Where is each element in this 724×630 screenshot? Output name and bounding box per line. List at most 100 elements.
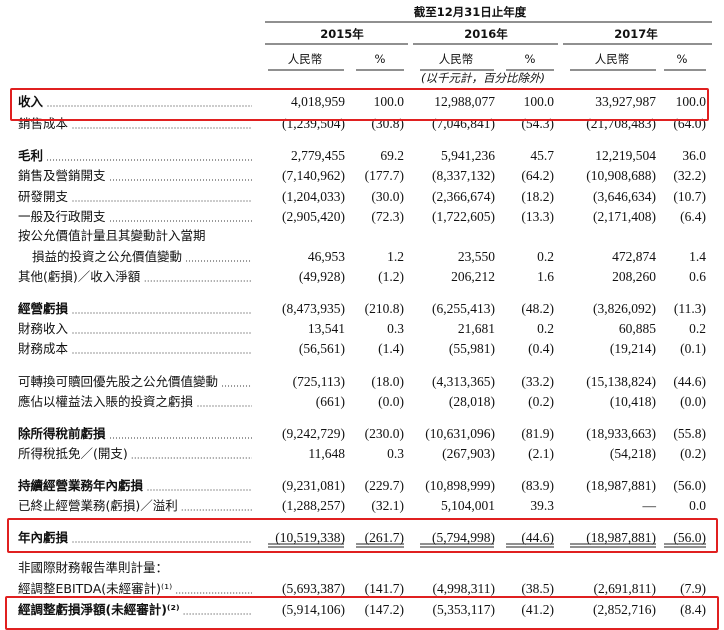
cell-pct-2015: (1.2) (378, 269, 404, 284)
row-label: 經調整EBITDA(未經審計)⁽¹⁾ (18, 581, 172, 596)
row-label: 應佔以權益法入賬的投資之虧損 (18, 394, 194, 409)
col-pct-2016: % (525, 52, 536, 66)
cell-pct-2016: 0.2 (537, 249, 554, 264)
cell-rmb-2015: 13,541 (308, 321, 345, 336)
period-heading: 截至12月31日止年度 (414, 5, 527, 19)
cell-pct-2016: (54.3) (521, 116, 554, 131)
cell-rmb-2017: (18,987,881) (586, 478, 656, 493)
cell-rmb-2015: (56,561) (299, 341, 345, 356)
cell-pct-2017: (55.8) (673, 426, 706, 441)
total-rules (268, 543, 706, 548)
table-row: 收入 4,018,959 100.0 12,988,077 100.0 33,927,98… (18, 94, 706, 109)
cell-rmb-2017: (2,691,811) (594, 581, 657, 596)
col-rmb-2015: 人民幣 (288, 52, 323, 66)
cell-pct-2015: 1.2 (387, 249, 404, 264)
cell-pct-2017: (44.6) (673, 374, 706, 389)
cell-rmb-2017: (15,138,824) (586, 374, 656, 389)
cell-rmb-2016: (10,631,096) (425, 426, 495, 441)
cell-rmb-2017: (18,933,663) (586, 426, 656, 441)
cell-rmb-2016: 206,212 (451, 269, 495, 284)
cell-rmb-2017: (10,908,688) (586, 168, 656, 183)
row-label: 持續經營業務年內虧損 (18, 478, 144, 493)
cell-pct-2017: (7.9) (680, 581, 706, 596)
cell-rmb-2017: (2,852,716) (593, 602, 656, 617)
cell-pct-2017: (56.0) (673, 530, 706, 545)
table-body: 收入 4,018,959 100.0 12,988,077 100.0 33,927,98… (18, 94, 706, 617)
cell-rmb-2016: 5,941,236 (441, 148, 495, 163)
cell-rmb-2015: 46,953 (308, 249, 345, 264)
row-label: 財務收入 (18, 321, 69, 336)
cell-rmb-2016: (28,018) (449, 394, 495, 409)
cell-rmb-2016: 23,550 (458, 249, 495, 264)
cell-pct-2016: (48.2) (521, 301, 554, 316)
cell-pct-2015: (18.0) (371, 374, 404, 389)
cell-pct-2016: (13.3) (521, 209, 554, 224)
table-row: 毛利 2,779,455 69.2 5,941,236 45.7 12,219,504 36… (18, 148, 706, 163)
cell-rmb-2015: (725,113) (293, 374, 345, 389)
cell-pct-2016: (41.2) (521, 602, 554, 617)
cell-rmb-2017: 208,260 (612, 269, 656, 284)
cell-pct-2015: (177.7) (365, 168, 404, 183)
table-row: 財務收入 13,541 0.3 21,681 0.2 60,885 0.2 (18, 321, 706, 336)
row-label: 研發開支 (18, 189, 69, 204)
cell-pct-2015: (261.7) (365, 530, 404, 545)
income-statement-table: 截至12月31日止年度 2015年 2016年 2017年 人民幣 % 人民幣 … (5, 5, 719, 630)
table-row: 研發開支 (1,204,033) (30.0) (2,366,674) (18.2) (3… (18, 189, 706, 204)
cell-pct-2017: (32.2) (673, 168, 706, 183)
cell-pct-2017: 0.0 (689, 498, 706, 513)
cell-rmb-2016: (267,903) (442, 446, 495, 461)
cell-pct-2016: 45.7 (530, 148, 554, 163)
cell-pct-2015: (229.7) (365, 478, 404, 493)
cell-rmb-2017: (2,171,408) (593, 209, 656, 224)
cell-pct-2015: (141.7) (365, 581, 404, 596)
cell-rmb-2015: (1,239,504) (282, 116, 345, 131)
table-row: 除所得稅前虧損 (9,242,729) (230.0) (10,631,096) (81… (18, 426, 706, 441)
col-rmb-2017: 人民幣 (595, 52, 630, 66)
cell-pct-2015: (30.0) (371, 189, 404, 204)
cell-rmb-2015: (10,519,338) (275, 530, 345, 545)
cell-pct-2015: 100.0 (374, 94, 405, 109)
cell-rmb-2017: 472,874 (612, 249, 656, 264)
cell-pct-2016: (18.2) (521, 189, 554, 204)
cell-rmb-2015: 2,779,455 (291, 148, 345, 163)
cell-pct-2017: (6.4) (680, 209, 706, 224)
cell-pct-2016: 39.3 (530, 498, 554, 513)
row-label: 銷售及營銷開支 (18, 168, 106, 183)
cell-pct-2015: (30.8) (371, 116, 404, 131)
cell-rmb-2015: (1,288,257) (282, 498, 345, 513)
table-row: 已終止經營業務(虧損)／溢利 (1,288,257) (32.1) 5,104,001… (18, 498, 706, 513)
row-label: 所得稅抵免／(開支) (18, 446, 128, 461)
cell-pct-2017: (11.3) (674, 301, 706, 316)
table-row: 經營虧損 (8,473,935) (210.8) (6,255,413) (48.2) (… (18, 301, 706, 316)
row-label: 已終止經營業務(虧損)／溢利 (18, 498, 178, 513)
cell-rmb-2016: (55,981) (449, 341, 495, 356)
cell-rmb-2016: (2,366,674) (432, 189, 495, 204)
row-label: 非國際財務報告準則計量： (18, 560, 168, 575)
table-row: 非國際財務報告準則計量： (18, 560, 168, 575)
row-label: 損益的投資之公允價值變動 (32, 249, 182, 264)
cell-rmb-2015: (1,204,033) (282, 189, 345, 204)
cell-rmb-2017: 33,927,987 (595, 94, 656, 109)
cell-rmb-2015: (5,914,106) (282, 602, 345, 617)
cell-pct-2016: (33.2) (521, 374, 554, 389)
cell-pct-2017: 36.0 (682, 148, 706, 163)
cell-pct-2017: 0.2 (689, 321, 706, 336)
col-pct-2015: % (375, 52, 386, 66)
cell-rmb-2016: (6,255,413) (432, 301, 495, 316)
cell-pct-2016: 100.0 (524, 94, 555, 109)
cell-pct-2015: 69.2 (380, 148, 404, 163)
cell-rmb-2015: (7,140,962) (282, 168, 345, 183)
table-header: 截至12月31日止年度 2015年 2016年 2017年 人民幣 % 人民幣 … (265, 5, 712, 85)
cell-rmb-2015: 4,018,959 (291, 94, 345, 109)
cell-rmb-2017: (3,646,634) (593, 189, 656, 204)
cell-pct-2017: (8.4) (680, 602, 706, 617)
cell-rmb-2015: 11,648 (308, 446, 345, 461)
cell-pct-2017: (10.7) (673, 189, 706, 204)
cell-rmb-2017: (3,826,092) (593, 301, 656, 316)
cell-pct-2017: (56.0) (673, 478, 706, 493)
cell-rmb-2017: 60,885 (619, 321, 656, 336)
cell-pct-2016: (64.2) (521, 168, 554, 183)
cell-rmb-2017: (19,214) (610, 341, 656, 356)
cell-pct-2015: (0.0) (378, 394, 404, 409)
table-row: 一般及行政開支 (2,905,420) (72.3) (1,722,605) (13.3… (18, 209, 706, 224)
